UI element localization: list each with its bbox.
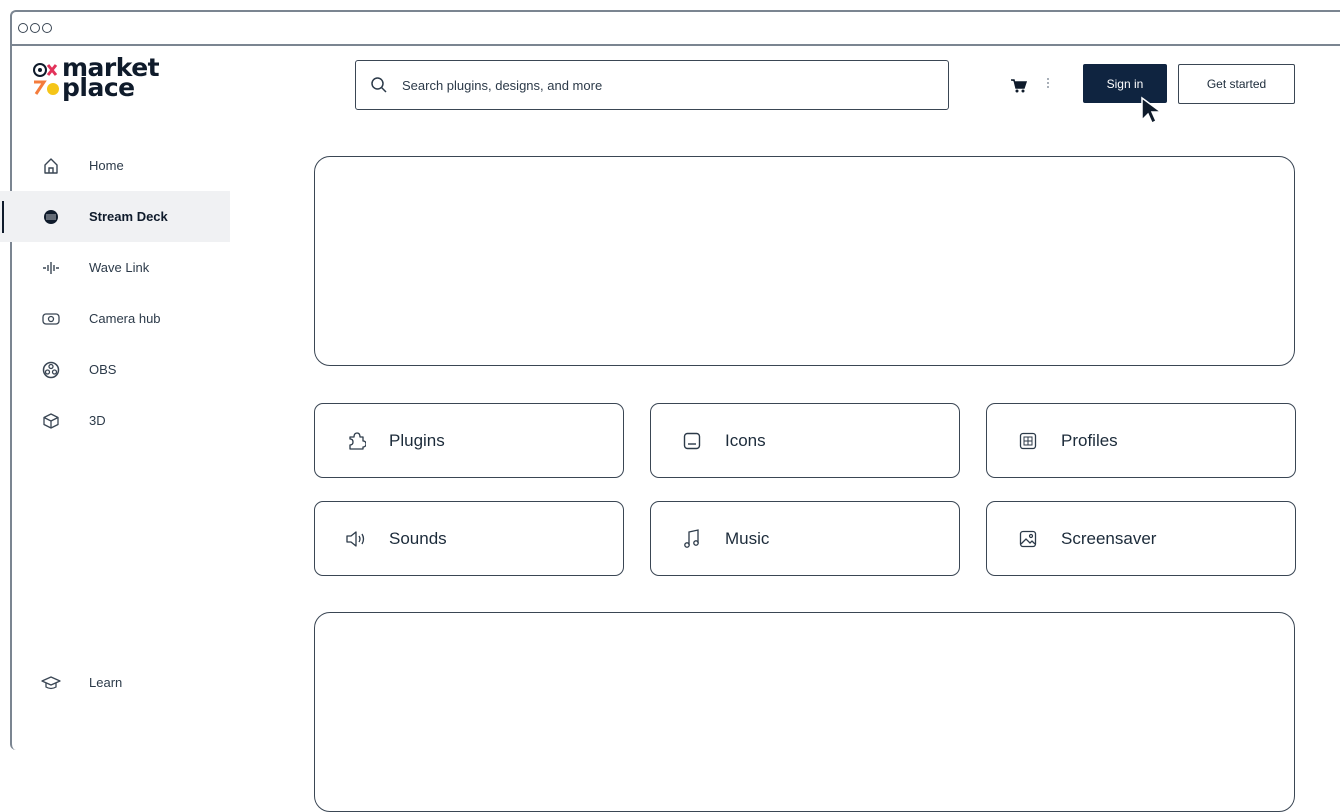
category-label: Screensaver (1061, 528, 1157, 548)
category-icons[interactable]: Icons (650, 403, 960, 478)
content-panel[interactable] (314, 612, 1295, 812)
category-profiles[interactable]: Profiles (986, 403, 1296, 478)
sidebar-item-label: Home (89, 158, 124, 173)
logo-mark-icon (33, 63, 59, 95)
sidebar-learn: Learn (0, 657, 230, 708)
sidebar-nav: Home Stream Deck Wave Link Camera hub OB… (0, 140, 230, 446)
logo-text: market place (62, 53, 160, 102)
speaker-icon (345, 528, 367, 550)
category-label: Music (725, 528, 770, 548)
category-music[interactable]: Music (650, 501, 960, 576)
marketplace-logo[interactable]: market place (32, 53, 182, 108)
image-icon (1017, 528, 1039, 550)
sidebar-item-obs[interactable]: OBS (0, 344, 230, 395)
sidebar-item-camera-hub[interactable]: Camera hub (0, 293, 230, 344)
kebab-menu-icon[interactable] (1047, 76, 1051, 90)
category-screensaver[interactable]: Screensaver (986, 501, 1296, 576)
grid-icon (1017, 430, 1039, 452)
stream-deck-icon (40, 206, 62, 228)
wave-link-icon (40, 257, 62, 279)
category-label: Profiles (1061, 430, 1118, 450)
category-label: Plugins (389, 430, 445, 450)
obs-icon (40, 359, 62, 381)
window-dot-icon[interactable] (18, 23, 28, 33)
hero-banner[interactable] (314, 156, 1295, 366)
mouse-cursor-icon (1140, 96, 1164, 124)
sidebar-item-label: 3D (89, 413, 106, 428)
sidebar-item-label: Stream Deck (89, 209, 168, 224)
sidebar-item-label: OBS (89, 362, 117, 377)
puzzle-icon (345, 430, 367, 452)
category-label: Sounds (389, 528, 447, 548)
sidebar-item-label: Learn (89, 675, 123, 690)
sidebar-item-home[interactable]: Home (0, 140, 230, 191)
window-dot-icon[interactable] (30, 23, 40, 33)
music-note-icon (681, 528, 703, 550)
graduation-cap-icon (40, 672, 62, 694)
search-placeholder: Search plugins, designs, and more (402, 77, 603, 93)
sidebar-item-label: Camera hub (89, 311, 161, 326)
cart-icon[interactable] (1010, 78, 1028, 94)
home-icon (40, 155, 62, 177)
category-sounds[interactable]: Sounds (314, 501, 624, 576)
window-dot-icon[interactable] (42, 23, 52, 33)
sidebar-item-3d[interactable]: 3D (0, 395, 230, 446)
window-titlebar (12, 12, 1340, 46)
sidebar-item-wave-link[interactable]: Wave Link (0, 242, 230, 293)
sidebar-item-label: Wave Link (89, 260, 150, 275)
icon-tile-icon (681, 430, 703, 452)
camera-icon (40, 308, 62, 330)
search-input[interactable]: Search plugins, designs, and more (355, 60, 949, 110)
category-label: Icons (725, 430, 766, 450)
get-started-button[interactable]: Get started (1178, 64, 1295, 104)
category-plugins[interactable]: Plugins (314, 403, 624, 478)
search-icon (370, 76, 388, 94)
sidebar-item-stream-deck[interactable]: Stream Deck (0, 191, 230, 242)
sidebar-item-learn[interactable]: Learn (0, 657, 230, 708)
cube-icon (40, 410, 62, 432)
